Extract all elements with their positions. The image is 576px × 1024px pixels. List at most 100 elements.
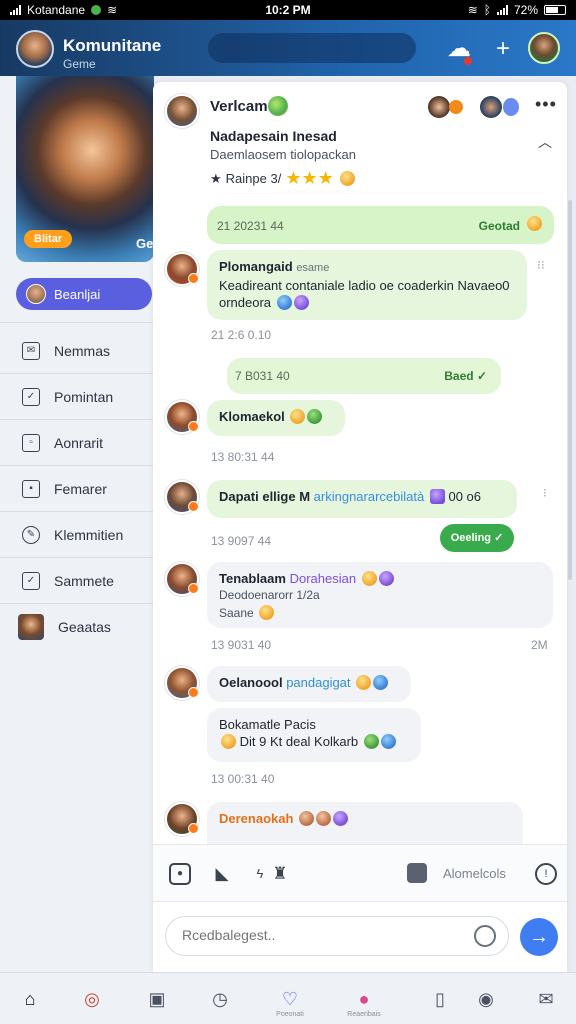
scrollbar[interactable]: [568, 200, 572, 580]
message-text: Deodoenarorr 1/2a: [219, 588, 320, 602]
clock-icon[interactable]: ◷: [208, 987, 232, 1011]
sidebar-item-pomintan[interactable]: ✓ Pomintan: [0, 374, 153, 420]
message-list: 21 20231 44 Geotad Plomangaid esame Kead…: [153, 202, 567, 844]
star-outline-icon: ★: [210, 170, 222, 186]
gift-icon[interactable]: ♜: [269, 863, 291, 885]
cell-signal-icon: [10, 5, 21, 15]
clock: 10:2 PM: [265, 3, 311, 17]
image-icon[interactable]: [407, 863, 427, 883]
emoji-icon: [290, 409, 306, 424]
target-icon[interactable]: ◎: [80, 987, 104, 1011]
bluetooth-icon: ᛒ: [483, 3, 491, 17]
message-bubble-outgoing[interactable]: 7 B031 40 Baed ✓: [227, 358, 501, 394]
status-pill[interactable]: Oeeling ✓: [440, 524, 514, 552]
member-avatar[interactable]: [480, 96, 502, 118]
sidebar-item-label: Aonrarit: [54, 434, 104, 451]
pill-label: Beanljai: [54, 286, 101, 302]
shield-icon: [503, 98, 519, 116]
member-avatar[interactable]: [428, 96, 450, 118]
more-icon[interactable]: •••: [535, 94, 557, 115]
message-bubble-incoming[interactable]: Bokamatle Pacis Dit 9 Kt deal Kolkarb: [207, 708, 421, 762]
user-avatar[interactable]: [528, 32, 560, 64]
message-text-2: orndeora: [219, 295, 272, 310]
smile-icon: [339, 171, 355, 186]
bolt-icon[interactable]: ϟ: [249, 863, 271, 885]
inbox-icon: ✉: [22, 341, 40, 360]
emoji-icon: [361, 571, 377, 586]
message-bubble-outgoing[interactable]: 21 20231 44 Geotad: [207, 206, 554, 244]
emoji-icon: [316, 811, 332, 826]
message-highlight: pandagigat: [286, 675, 351, 690]
message-bubble-incoming[interactable]: Klomaekol: [207, 400, 345, 436]
message-menu-icon[interactable]: ⁝⁝: [537, 258, 545, 272]
sender-avatar[interactable]: [165, 252, 199, 286]
message-bubble-incoming[interactable]: Plomangaid esame Keadireant contaniale l…: [207, 250, 527, 320]
emoji-icon: [429, 489, 445, 504]
bottom-nav: ⌂ ◎ ▣ ◷ ♡ Poeonati ● Reaeribais ▯ ◉ ✉: [0, 972, 576, 1024]
pill-avatar: [26, 284, 46, 304]
message-bubble-incoming[interactable]: Dapati ellige M arkingnararcebilatà 00 o…: [207, 480, 517, 518]
message-time: 21 20231 44: [217, 219, 284, 233]
sender-name: Klomaekol: [219, 409, 285, 424]
emoji-icon: [333, 811, 349, 826]
sender-avatar[interactable]: [165, 400, 199, 434]
phone-icon[interactable]: ▯: [428, 987, 452, 1011]
gamepad-icon[interactable]: ▣: [145, 987, 169, 1011]
sidebar-divider: [0, 322, 153, 323]
featured-game-card[interactable]: Blitar Ge: [16, 76, 154, 262]
camera-icon[interactable]: ●: [169, 863, 191, 885]
chat-title: Nadapesain Inesad: [210, 128, 337, 144]
nav-label: Poeonati: [276, 1011, 304, 1018]
message-time: 21 2:6 0.10: [211, 328, 272, 342]
heart-icon[interactable]: ♡: [278, 987, 302, 1011]
message-label: Geotad: [478, 219, 520, 233]
sender-avatar[interactable]: [165, 666, 199, 700]
message-input[interactable]: [182, 927, 462, 943]
sidebar-item-aonrarit[interactable]: ▫ Aonrarit: [0, 420, 153, 466]
sender-name: Dapati ellige M: [219, 489, 311, 504]
chevron-up-icon[interactable]: ︿: [538, 132, 552, 152]
message-bubble-incoming[interactable]: Oelanoool pandagigat: [207, 666, 411, 702]
sender-avatar[interactable]: [165, 480, 199, 514]
badge-nav-icon[interactable]: ●: [352, 987, 376, 1011]
sender-name: Bokamatle Pacis: [219, 717, 316, 732]
sender-avatar[interactable]: [165, 562, 199, 596]
sidebar-item-klemmitien[interactable]: ✎ Klemmitien: [0, 512, 153, 558]
emoji-icon: [527, 216, 542, 231]
sidebar-item-label: Sammete: [54, 572, 114, 589]
home-icon[interactable]: ⌂: [18, 987, 42, 1011]
message-bubble-incoming[interactable]: Derenaokah: [207, 802, 523, 844]
send-button[interactable]: →: [520, 918, 558, 956]
message-bubble-incoming[interactable]: Tenablaam Dorahesian Deodoenarorr 1/2a S…: [207, 562, 553, 628]
mail-icon[interactable]: ✉: [534, 987, 558, 1011]
card-corner-label: Ge: [136, 236, 154, 251]
chat-avatar[interactable]: [165, 94, 199, 128]
emoji-icon: [299, 811, 315, 826]
app-header: Komunitane Geme ☁ +: [0, 20, 576, 76]
sidebar-item-geaatas[interactable]: Geaatas: [0, 604, 153, 650]
message-menu-icon[interactable]: ⁝: [543, 486, 547, 500]
notification-dot: [464, 57, 472, 65]
sidebar-item-nemmas[interactable]: ✉ Nemmas: [0, 328, 153, 374]
settings-icon[interactable]: ◉: [474, 987, 498, 1011]
add-icon[interactable]: +: [490, 36, 516, 62]
chat-subtitle: Daemlaosem tiolopackan: [210, 147, 356, 162]
message-text: arkingnararcebilatà: [313, 489, 425, 504]
sender-avatar[interactable]: [165, 802, 199, 836]
sidebar-profile-pill[interactable]: Beanljai: [16, 278, 152, 310]
search-input[interactable]: [208, 33, 416, 63]
info-icon[interactable]: !: [535, 863, 557, 885]
sidebar-item-sammete[interactable]: ✓ Sammete: [0, 558, 153, 604]
sidebar-item-label: Geaatas: [58, 619, 111, 635]
emoji-icon: [356, 675, 372, 690]
message-text-2: Saane: [219, 606, 254, 620]
community-avatar[interactable]: [16, 30, 54, 68]
composer-actions: ● ◣ ϟ ♜ Alomelcols !: [153, 844, 567, 902]
emoji-picker-icon[interactable]: [474, 925, 496, 947]
message-composer[interactable]: [165, 916, 509, 956]
nav-label: Reaeribais: [347, 1011, 381, 1018]
signal-icon-right: [496, 5, 508, 15]
sender-name: Derenaokah: [219, 811, 294, 826]
sticker-icon[interactable]: ◣: [211, 863, 233, 885]
sidebar-item-femarer[interactable]: ▪ Femarer: [0, 466, 153, 512]
